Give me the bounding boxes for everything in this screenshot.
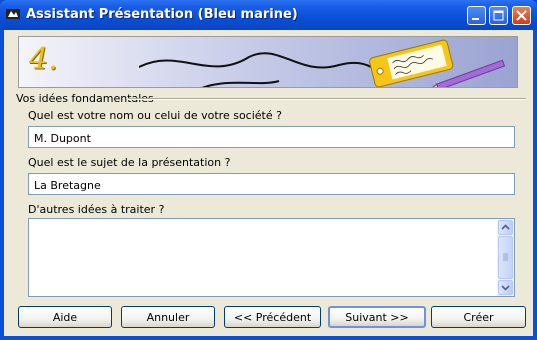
- name-input[interactable]: M. Dupont: [28, 126, 515, 148]
- close-icon: [516, 10, 527, 21]
- minimize-button[interactable]: [467, 6, 486, 25]
- minimize-icon: [472, 18, 479, 20]
- window-title: Assistant Présentation (Bleu marine): [26, 7, 298, 22]
- scroll-up-button[interactable]: [498, 220, 513, 235]
- other-ideas-label: D'autres idées à traiter ?: [28, 203, 165, 216]
- previous-button[interactable]: << Précédent: [224, 306, 321, 328]
- subject-input[interactable]: La Bretagne: [28, 173, 515, 195]
- vertical-scrollbar[interactable]: [497, 219, 514, 296]
- scroll-grip-icon: [503, 253, 508, 261]
- create-button[interactable]: Créer: [431, 306, 526, 328]
- wizard-banner: 4.: [18, 36, 518, 88]
- maximize-icon: [493, 10, 504, 21]
- section-divider: [128, 98, 526, 100]
- help-button[interactable]: Aide: [18, 306, 112, 328]
- scroll-up-arrow-icon: [501, 224, 510, 230]
- next-button[interactable]: Suivant >>: [328, 306, 426, 328]
- scroll-thumb[interactable]: [498, 236, 513, 279]
- name-field-label: Quel est votre nom ou celui de votre soc…: [28, 109, 282, 122]
- title-bar[interactable]: Assistant Présentation (Bleu marine): [0, 0, 537, 30]
- step-number: 4.: [29, 42, 58, 77]
- cancel-button[interactable]: Annuler: [121, 306, 215, 328]
- close-button[interactable]: [512, 6, 531, 25]
- other-ideas-textarea[interactable]: [28, 218, 515, 297]
- app-icon: [6, 9, 20, 19]
- wizard-window: Assistant Présentation (Bleu marine) 4.: [0, 0, 537, 340]
- maximize-button[interactable]: [489, 6, 508, 25]
- tag-illustration-icon: [139, 39, 506, 87]
- subject-field-label: Quel est le sujet de la présentation ?: [28, 156, 231, 169]
- scroll-down-button[interactable]: [498, 280, 513, 295]
- scroll-down-arrow-icon: [501, 285, 510, 291]
- dialog-body: 4. Vos idées fondamentales Quel est votr…: [4, 30, 533, 336]
